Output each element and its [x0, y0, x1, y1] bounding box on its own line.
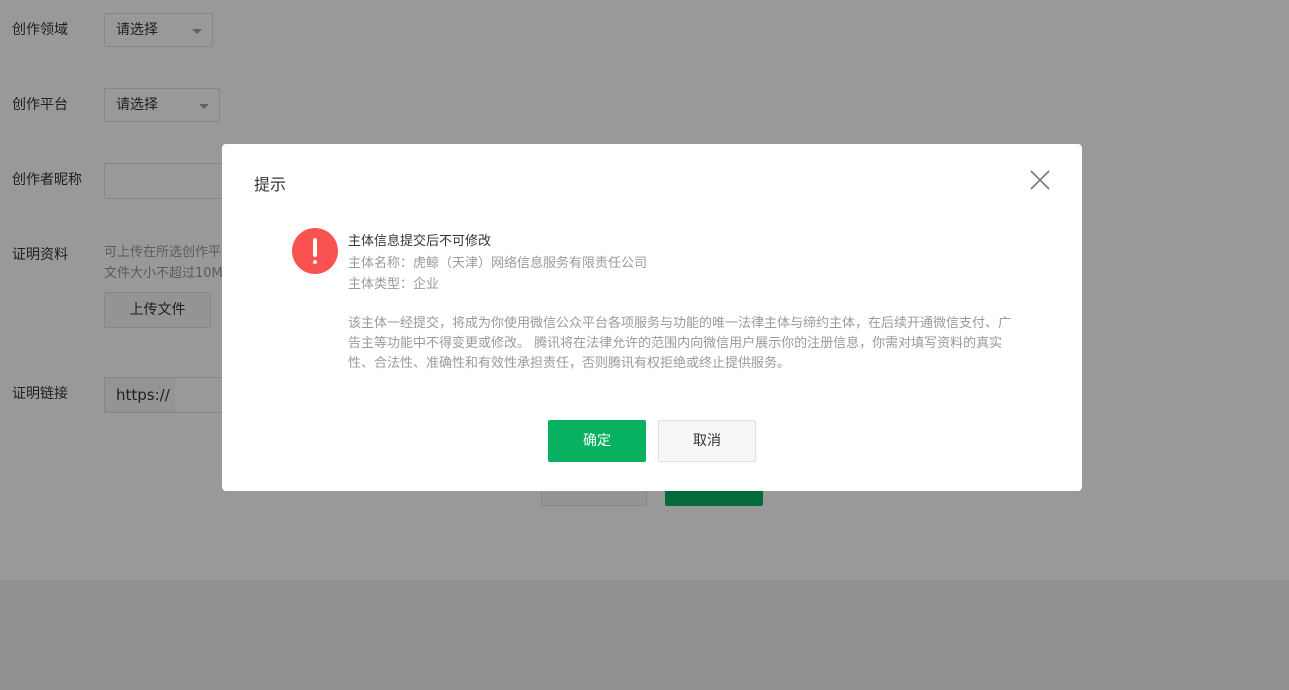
confirm-dialog: 提示 主体信息提交后不可修改 主体名称：虎鲸（天津）网络信息服务有限责任公司 主…	[222, 144, 1082, 491]
warning-icon	[292, 228, 338, 274]
warning-headline: 主体信息提交后不可修改	[348, 234, 492, 249]
subject-name: 主体名称：虎鲸（天津）网络信息服务有限责任公司	[348, 256, 648, 271]
confirm-button[interactable]: 确定	[548, 420, 646, 462]
dialog-title: 提示	[254, 175, 287, 194]
subject-type: 主体类型：企业	[348, 277, 440, 292]
cancel-button[interactable]: 取消	[658, 420, 756, 462]
notice-paragraph: 该主体一经提交，将成为你使用微信公众平台各项服务与功能的唯一法律主体与缔约主体，…	[348, 316, 1012, 371]
close-icon[interactable]	[1028, 168, 1052, 192]
